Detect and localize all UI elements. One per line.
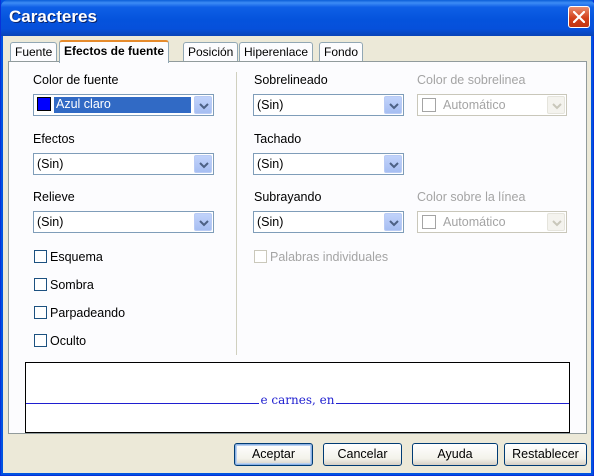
chevron-down-icon — [199, 162, 209, 169]
font-preview: e carnes, en — [25, 362, 570, 433]
strikethrough-label: Tachado — [254, 132, 302, 146]
underline-dropdown-button[interactable] — [384, 213, 402, 231]
chevron-down-icon — [389, 220, 399, 227]
overline-value: (Sin) — [257, 98, 284, 112]
preview-text: e carnes, en — [258, 393, 337, 407]
underline-color-select[interactable]: Automático — [417, 211, 567, 233]
underline-select[interactable]: (Sin) — [253, 211, 404, 233]
individual-words-checkbox[interactable] — [254, 250, 267, 263]
overline-color-dropdown-button[interactable] — [547, 96, 565, 114]
blinking-label[interactable]: Parpadeando — [50, 306, 125, 320]
overline-color-value: Automático — [443, 98, 506, 112]
effects-label: Efectos — [33, 132, 75, 146]
font-color-label: Color de fuente — [33, 73, 119, 87]
underline-label: Subrayando — [254, 190, 322, 204]
chevron-down-icon — [389, 162, 399, 169]
overline-select[interactable]: (Sin) — [253, 94, 404, 116]
hidden-checkbox[interactable] — [34, 334, 47, 347]
strikethrough-dropdown-button[interactable] — [384, 155, 402, 173]
chevron-down-icon — [199, 220, 209, 227]
overline-color-select[interactable]: Automático — [417, 94, 567, 116]
font-color-value: Azul claro — [54, 97, 191, 113]
panel-content: Color de fuente Azul claro Efectos (Sin)… — [1, 0, 594, 476]
chevron-down-icon — [199, 103, 209, 110]
blinking-checkbox[interactable] — [34, 306, 47, 319]
ok-button[interactable]: Aceptar — [234, 443, 313, 466]
reset-button[interactable]: Restablecer — [504, 443, 587, 466]
relief-label: Relieve — [33, 190, 75, 204]
column-divider — [236, 72, 237, 355]
relief-value: (Sin) — [37, 215, 64, 229]
help-button[interactable]: Ayuda — [412, 443, 498, 466]
underline-color-swatch — [422, 215, 436, 229]
strikethrough-value: (Sin) — [257, 157, 284, 171]
outline-label[interactable]: Esquema — [50, 250, 103, 264]
underline-color-label: Color sobre la línea — [417, 190, 526, 204]
strikethrough-select[interactable]: (Sin) — [253, 153, 404, 175]
relief-select[interactable]: (Sin) — [33, 211, 214, 233]
outline-checkbox[interactable] — [34, 250, 47, 263]
individual-words-label: Palabras individuales — [270, 250, 389, 264]
font-color-select[interactable]: Azul claro — [33, 94, 214, 116]
dialog-window: Caracteres Fuente Efectos de fuente Posi… — [0, 0, 594, 476]
effects-select[interactable]: (Sin) — [33, 153, 214, 175]
font-color-dropdown-button[interactable] — [194, 96, 212, 114]
shadow-label[interactable]: Sombra — [50, 278, 94, 292]
font-color-swatch — [37, 97, 51, 111]
underline-color-value: Automático — [443, 215, 506, 229]
hidden-label[interactable]: Oculto — [50, 334, 86, 348]
overline-label: Sobrelineado — [254, 73, 328, 87]
chevron-down-icon — [389, 103, 399, 110]
effects-value: (Sin) — [37, 157, 64, 171]
chevron-down-icon — [552, 103, 562, 110]
underline-value: (Sin) — [257, 215, 284, 229]
relief-dropdown-button[interactable] — [194, 213, 212, 231]
shadow-checkbox[interactable] — [34, 278, 47, 291]
overline-color-label: Color de sobrelinea — [417, 73, 526, 87]
underline-color-dropdown-button[interactable] — [547, 213, 565, 231]
cancel-button[interactable]: Cancelar — [323, 443, 402, 466]
overline-color-swatch — [422, 98, 436, 112]
effects-dropdown-button[interactable] — [194, 155, 212, 173]
chevron-down-icon — [552, 220, 562, 227]
overline-dropdown-button[interactable] — [384, 96, 402, 114]
